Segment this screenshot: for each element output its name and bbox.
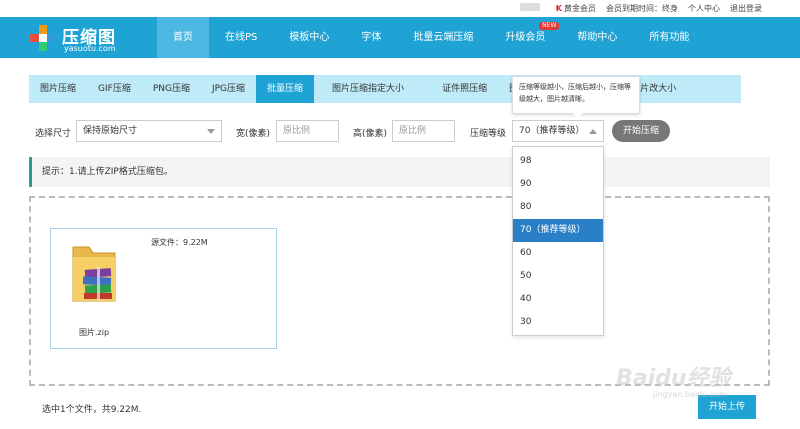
file-size: 源文件：9.22M — [151, 238, 208, 247]
level-option-30[interactable]: 30 — [513, 311, 603, 334]
tab-png-compress[interactable]: PNG压缩 — [142, 75, 201, 103]
level-option-90[interactable]: 90 — [513, 173, 603, 196]
height-label: 高(像素) — [353, 129, 388, 139]
level-option-60[interactable]: 60 — [513, 242, 603, 265]
tip-box: 提示：1.请上传ZIP格式压缩包。 — [29, 157, 770, 187]
nav-help[interactable]: 帮助中心 — [561, 17, 633, 58]
level-option-50[interactable]: 50 — [513, 265, 603, 288]
file-card[interactable]: 源文件：9.22M 图片.zip — [50, 228, 277, 349]
vip-k-icon: K — [555, 4, 562, 13]
tab-gif-compress[interactable]: GIF压缩 — [87, 75, 142, 103]
nav-all-features[interactable]: 所有功能 — [633, 17, 705, 58]
level-label: 压缩等级 — [470, 129, 507, 139]
tab-compress-to-size[interactable]: 图片压缩指定大小 — [314, 75, 422, 103]
tab-image-compress[interactable]: 图片压缩 — [29, 75, 87, 103]
vip-badge: K 黄金会员 — [555, 4, 596, 13]
size-select[interactable]: 保持原始尺寸 — [76, 120, 222, 142]
nav-templates[interactable]: 模板中心 — [273, 17, 345, 58]
top-bar: K 黄金会员 会员到期时间：终身 个人中心 退出登录 — [0, 0, 800, 17]
tab-jpg-compress[interactable]: JPG压缩 — [201, 75, 256, 103]
width-label: 宽(像素) — [236, 129, 271, 139]
logout-link[interactable]: 退出登录 — [730, 3, 762, 14]
file-name: 图片.zip — [79, 328, 110, 337]
chevron-down-icon — [207, 129, 215, 134]
zip-archive-icon — [67, 239, 121, 305]
width-input[interactable]: 原比例 — [276, 120, 339, 142]
level-option-70[interactable]: 70（推荐等级） — [513, 219, 603, 242]
level-option-98[interactable]: 98 — [513, 150, 603, 173]
start-compress-button[interactable]: 开始压缩 — [612, 120, 670, 142]
tab-id-photo-compress[interactable]: 证件照压缩 — [422, 75, 507, 103]
membership-expiry: 会员到期时间：终身 — [606, 4, 678, 13]
level-tooltip: 压缩等级越小，压缩后越小，压缩等级越大，图片越清晰。 — [512, 76, 640, 118]
logo-domain: yasuotu.com — [64, 44, 116, 53]
baidu-watermark: Baidu经验 — [616, 366, 731, 391]
site-logo[interactable]: 压缩图 yasuotu.com — [30, 23, 160, 53]
level-option-80[interactable]: 80 — [513, 196, 603, 219]
nav-batch-cloud[interactable]: 批量云端压缩 — [397, 17, 489, 58]
nav-home[interactable]: 首页 — [157, 17, 209, 58]
level-dropdown: 98 90 80 70（推荐等级） 60 50 40 30 — [512, 146, 604, 336]
nav-online-ps[interactable]: 在线PS — [209, 17, 273, 58]
user-center-link[interactable]: 个人中心 — [688, 3, 720, 14]
level-select[interactable]: 70（推荐等级） — [512, 120, 604, 142]
nav-upgrade-vip[interactable]: 升级会员 NEW — [489, 17, 561, 58]
logo-cross-icon — [30, 25, 56, 51]
selection-status: 选中1个文件，共9.22M. — [42, 405, 142, 415]
tab-batch-compress[interactable]: 批量压缩 — [256, 75, 315, 103]
blurred-username — [519, 3, 546, 14]
watermark-url: jingyan.baidu.com — [653, 390, 727, 399]
height-input[interactable]: 原比例 — [392, 120, 455, 142]
size-label: 选择尺寸 — [35, 129, 72, 139]
main-nav: 压缩图 yasuotu.com 首页 在线PS 模板中心 字体 批量云端压缩 升… — [0, 17, 800, 58]
new-badge: NEW — [539, 22, 560, 30]
chevron-up-icon — [589, 129, 597, 134]
level-option-40[interactable]: 40 — [513, 288, 603, 311]
nav-fonts[interactable]: 字体 — [345, 17, 397, 58]
